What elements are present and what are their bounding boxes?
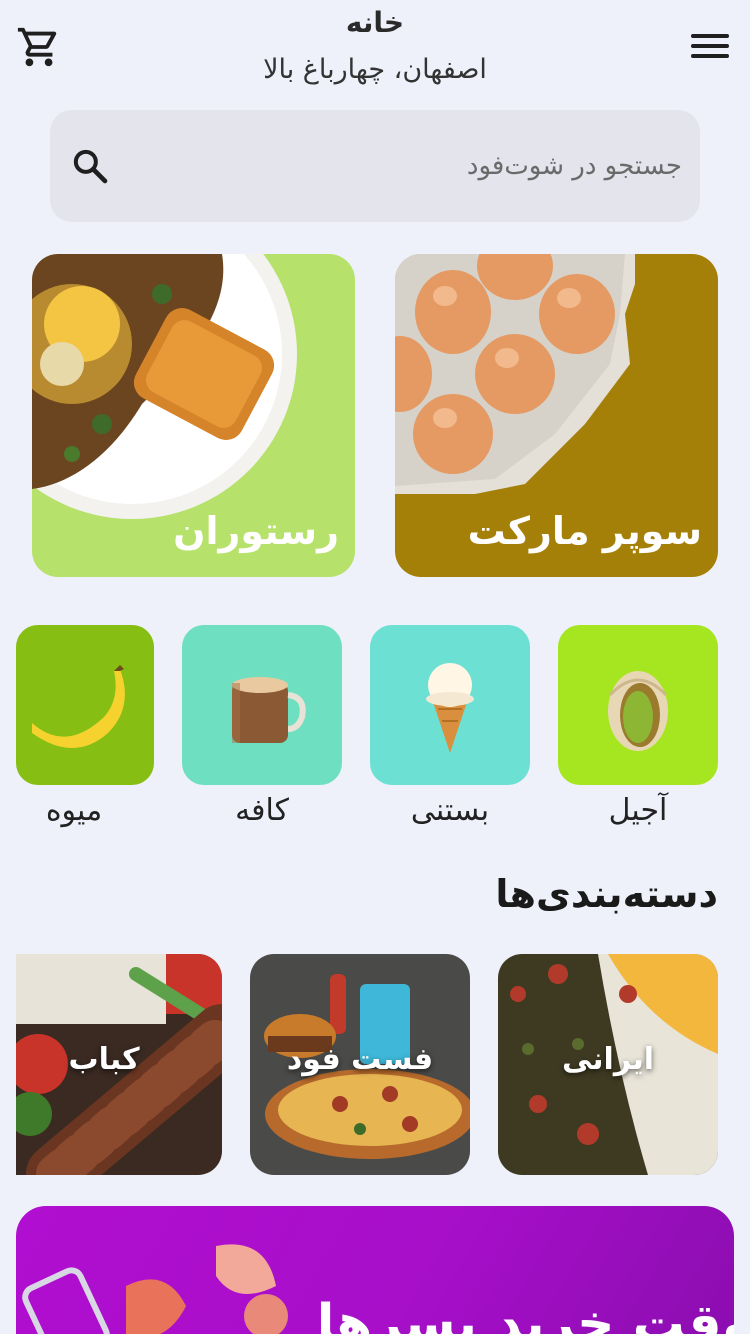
- category-label: ایرانی: [561, 1042, 655, 1077]
- categories-section-title: دسته‌بندی‌ها: [495, 872, 718, 916]
- icecream-tile[interactable]: [370, 625, 530, 785]
- search-bar[interactable]: [50, 110, 700, 222]
- fruit-tile[interactable]: [16, 625, 154, 785]
- search-input[interactable]: [162, 140, 682, 192]
- promo-banner-label: وقت خرید پسرها: [316, 1294, 734, 1334]
- quick-category-label: کافه: [235, 793, 289, 828]
- quick-category-cafe[interactable]: کافه: [182, 625, 342, 828]
- coffee-mug-icon: [232, 677, 306, 743]
- supermarket-card[interactable]: سوپر مارکت: [395, 254, 718, 577]
- category-card-fastfood[interactable]: فست فود: [250, 954, 470, 1175]
- cafe-tile[interactable]: [182, 625, 342, 785]
- quick-category-label: آجیل: [608, 793, 668, 828]
- ice-cream-cone-icon: [426, 663, 474, 753]
- category-card-kebab[interactable]: کباب: [16, 954, 222, 1175]
- app-header: خانه اصفهان، چهارباغ بالا: [0, 0, 750, 100]
- promo-grocery-image: [22, 1244, 288, 1334]
- supermarket-label: سوپر مارکت: [467, 509, 702, 553]
- location-selector[interactable]: اصفهان، چهارباغ بالا: [0, 54, 750, 85]
- page-title: خانه: [345, 6, 405, 39]
- banana-icon: [32, 665, 125, 748]
- promo-banner[interactable]: وقت خرید پسرها: [16, 1206, 734, 1334]
- restaurant-card[interactable]: رستوران: [32, 254, 355, 577]
- category-label: کباب: [68, 1042, 140, 1077]
- pistachio-icon: [608, 671, 668, 751]
- quick-category-nuts[interactable]: آجیل: [558, 625, 718, 828]
- nuts-tile[interactable]: [558, 625, 718, 785]
- hamburger-menu-icon: [691, 34, 729, 58]
- category-card-irani[interactable]: ایرانی: [498, 954, 718, 1175]
- search-icon[interactable]: [70, 146, 110, 186]
- category-label: فست فود: [286, 1042, 434, 1077]
- quick-category-fruit[interactable]: میوه: [0, 625, 154, 828]
- quick-category-label: میوه: [45, 793, 103, 828]
- quick-category-label: بستنی: [410, 793, 490, 828]
- quick-category-icecream[interactable]: بستنی: [370, 625, 530, 828]
- menu-button[interactable]: [690, 28, 730, 64]
- restaurant-label: رستوران: [173, 509, 339, 553]
